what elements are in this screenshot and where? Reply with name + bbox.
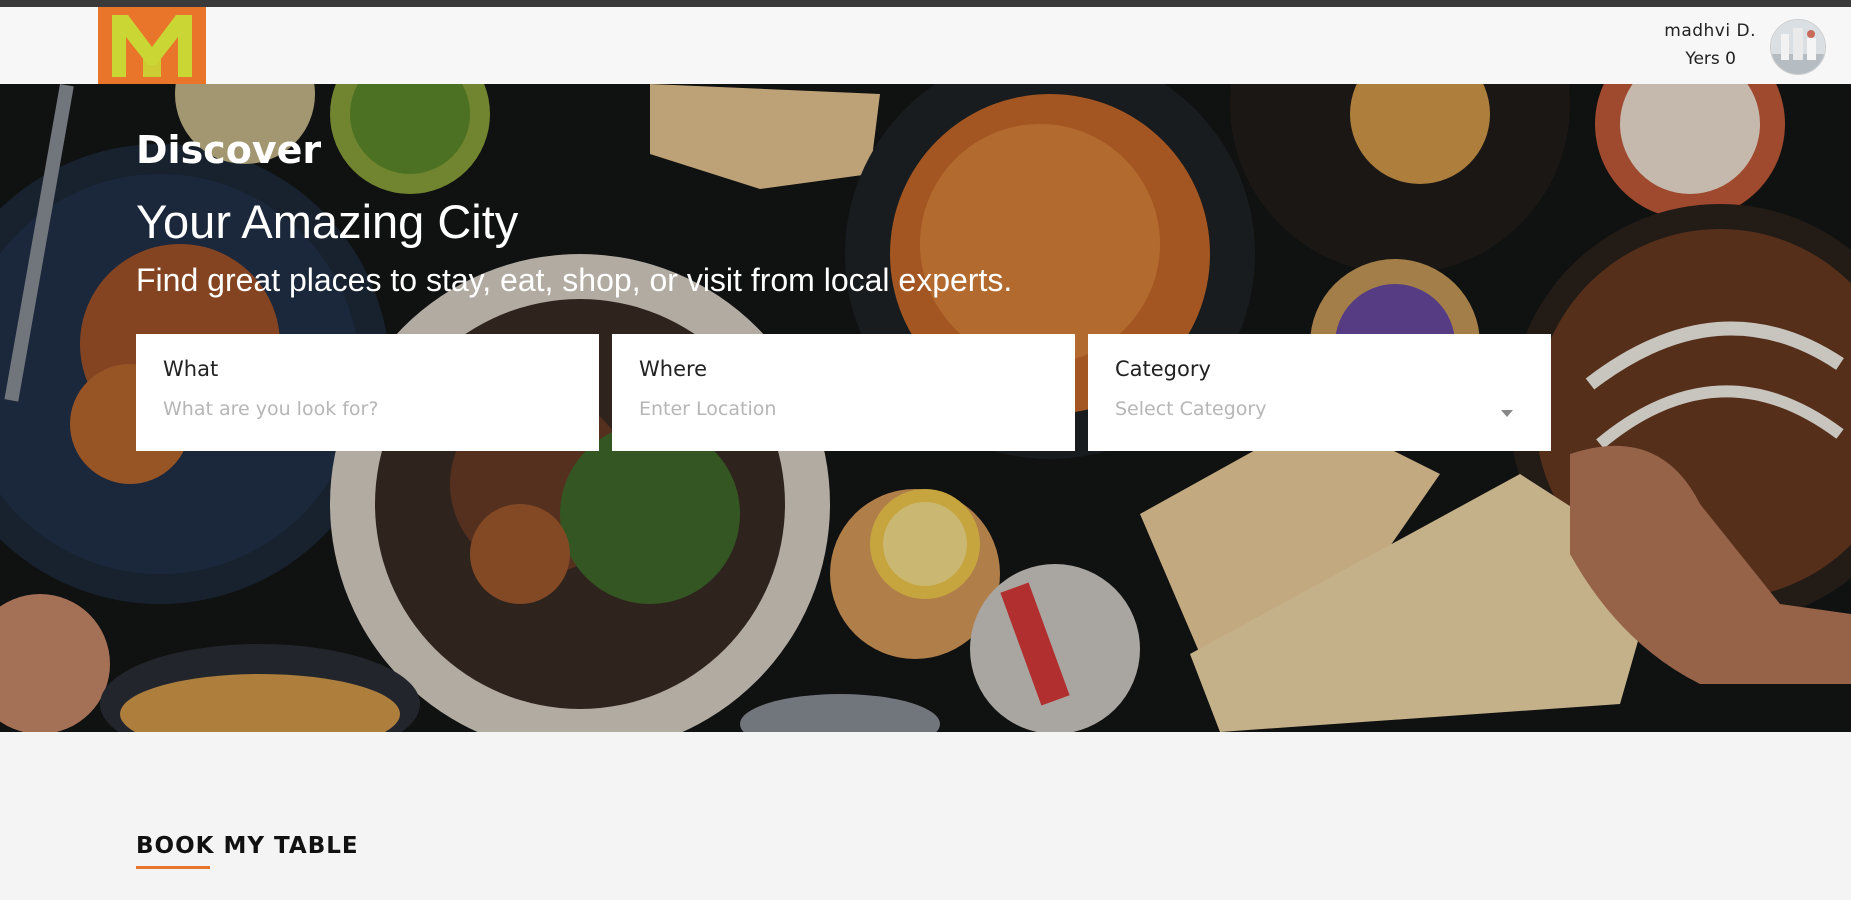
- what-input[interactable]: [163, 398, 572, 420]
- hero-title: Discover: [136, 128, 322, 172]
- what-field: What: [136, 334, 599, 451]
- book-table-section: BOOK MY TABLE: [0, 732, 1851, 900]
- what-label: What: [163, 357, 219, 381]
- logo-mark: [98, 7, 206, 84]
- where-input[interactable]: [639, 398, 1048, 420]
- where-field: Where: [612, 334, 1075, 451]
- hero-subtitle: Your Amazing City: [136, 195, 519, 248]
- category-label: Category: [1115, 357, 1211, 381]
- hero-tagline: Find great places to stay, eat, shop, or…: [136, 262, 1013, 298]
- section-title-underline: [136, 866, 210, 869]
- section-title: BOOK MY TABLE: [136, 833, 359, 859]
- search-bar: What Where Category Select Category: [136, 334, 1551, 451]
- site-logo[interactable]: M: [98, 7, 206, 84]
- category-select[interactable]: Select Category: [1115, 398, 1524, 420]
- category-field[interactable]: Category Select Category: [1088, 334, 1551, 451]
- user-menu[interactable]: madhvi D. Yers 0: [1664, 17, 1756, 73]
- avatar-image: [1771, 20, 1825, 74]
- user-name: madhvi D.: [1664, 21, 1756, 41]
- where-label: Where: [639, 357, 708, 381]
- hero-heading: Discover Your Amazing City Find great pl…: [136, 128, 1012, 298]
- avatar[interactable]: [1770, 19, 1826, 75]
- hero-banner: Discover Your Amazing City Find great pl…: [0, 84, 1851, 732]
- user-meta: Yers 0: [1685, 49, 1736, 69]
- site-header: M madhvi D. Yers 0: [0, 7, 1851, 84]
- chevron-down-icon: [1501, 410, 1513, 417]
- window-top-border: [0, 0, 1851, 7]
